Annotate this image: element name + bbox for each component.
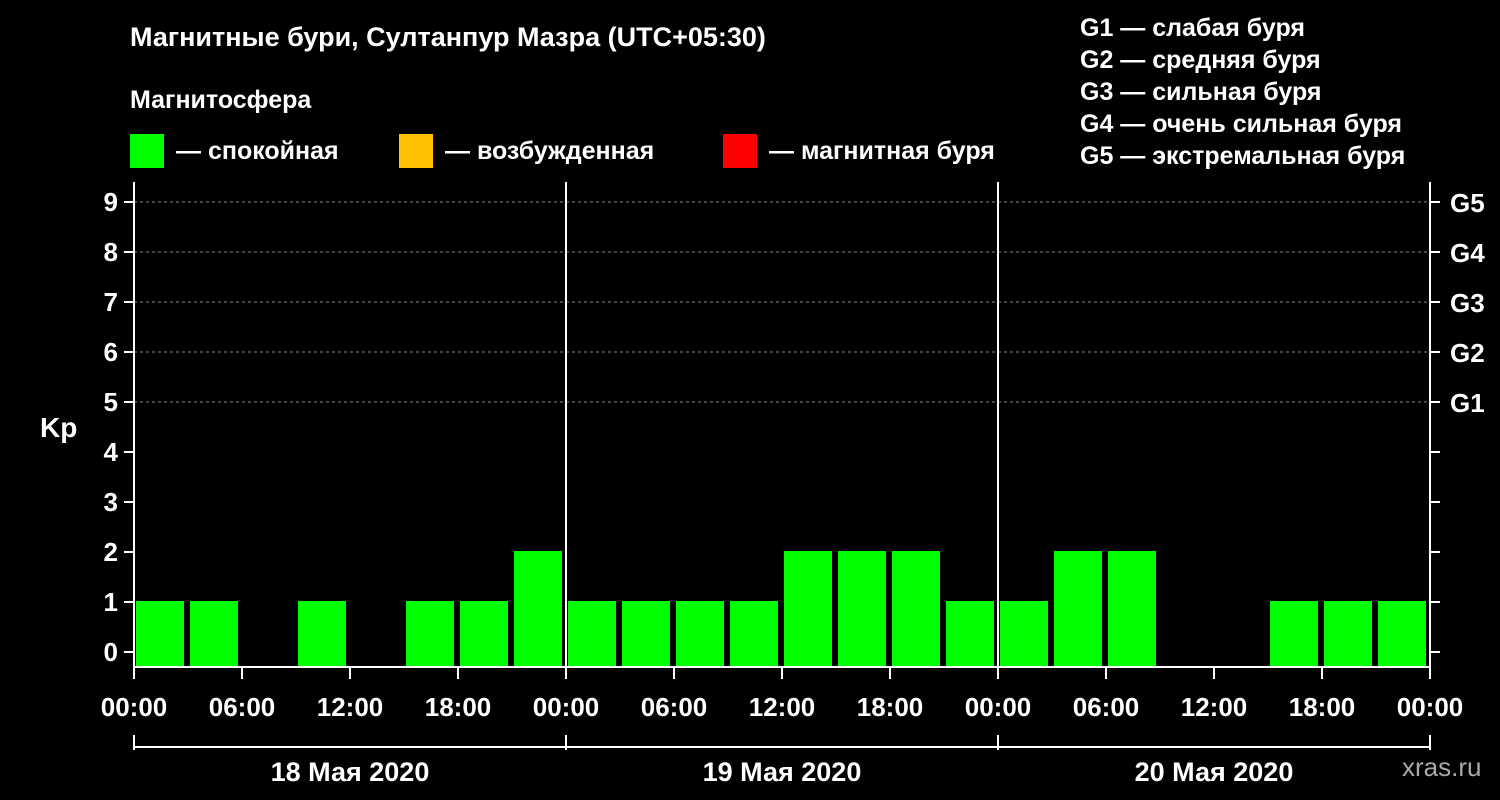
bar [514, 551, 562, 667]
bar [1378, 601, 1426, 667]
bar [676, 601, 724, 667]
y-tick-label: 7 [104, 287, 118, 317]
y-tick-label: 3 [104, 487, 118, 517]
g-level-label: G2 [1450, 338, 1485, 368]
y-tick-label: 8 [104, 237, 118, 267]
bar [298, 601, 346, 667]
g-level-label: G4 [1450, 238, 1485, 268]
y-tick-label: 6 [104, 337, 118, 367]
bar [730, 601, 778, 667]
x-tick-label: 18:00 [425, 692, 492, 722]
bar [190, 601, 238, 667]
kp-chart: 0 1 2 3 4 5 6 7 8 9 G1 G2 G3 G4 G5 Kp 00:00 06:00 12:00 18:… [40, 182, 1485, 787]
x-tick-label: 00:00 [533, 692, 600, 722]
date-label: 18 Мая 2020 [271, 757, 430, 787]
y-tick-label: 5 [104, 387, 118, 417]
x-tick-label: 06:00 [641, 692, 708, 722]
bar [946, 601, 994, 667]
x-tick-label: 12:00 [1181, 692, 1248, 722]
x-tick-label: 12:00 [749, 692, 816, 722]
bar [1108, 551, 1156, 667]
x-tick-label: 00:00 [1397, 692, 1464, 722]
y-tick-label: 0 [104, 637, 118, 667]
bar [622, 601, 670, 667]
bar [1054, 551, 1102, 667]
y-tick-label: 9 [104, 187, 118, 217]
bar [892, 551, 940, 667]
g-level-label: G3 [1450, 288, 1485, 318]
x-tick-label: 00:00 [101, 692, 168, 722]
y-tick-label: 4 [104, 437, 119, 467]
g-level-label: G1 [1450, 388, 1485, 418]
date-label: 20 Мая 2020 [1135, 757, 1294, 787]
date-label: 19 Мая 2020 [703, 757, 862, 787]
y-tick-label: 1 [104, 587, 118, 617]
watermark: xras.ru [1402, 752, 1482, 782]
x-tick-label: 06:00 [1073, 692, 1140, 722]
g-level-label: G5 [1450, 188, 1485, 218]
x-tick-label: 12:00 [317, 692, 384, 722]
y-tick-label: 2 [104, 537, 118, 567]
y-axis-label: Kp [40, 412, 77, 443]
bar [1324, 601, 1372, 667]
bar [838, 551, 886, 667]
bar [1000, 601, 1048, 667]
x-tick-label: 18:00 [857, 692, 924, 722]
bar [136, 601, 184, 667]
bar [784, 551, 832, 667]
bar [460, 601, 508, 667]
x-tick-label: 18:00 [1289, 692, 1356, 722]
bar [1270, 601, 1318, 667]
bar [406, 601, 454, 667]
x-tick-label: 00:00 [965, 692, 1032, 722]
x-tick-label: 06:00 [209, 692, 276, 722]
bar [568, 601, 616, 667]
